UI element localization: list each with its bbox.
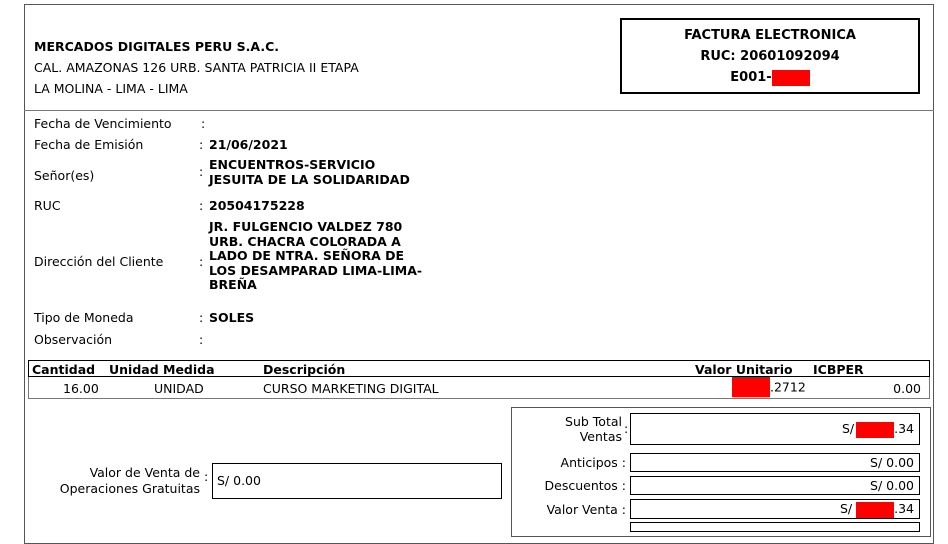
header-icbper: ICBPER: [813, 362, 864, 377]
redaction-mark: [771, 69, 810, 86]
colon: :: [201, 116, 206, 131]
colon: :: [199, 164, 204, 179]
document-series: E001-: [730, 70, 772, 85]
header-valor-unitario: Valor Unitario: [695, 362, 793, 377]
cell-cantidad: 16.00: [63, 381, 99, 396]
header-cantidad: Cantidad: [32, 362, 96, 377]
colon: :: [204, 469, 209, 484]
direccion-value-line: URB. CHACRA COLORADA A: [209, 233, 401, 249]
direccion-value-line: BREÑA: [209, 277, 257, 292]
valorventa-suffix: .34: [894, 501, 914, 516]
subtotal-prefix: S/: [841, 421, 855, 436]
subtotal-suffix: .34: [894, 421, 914, 436]
valorventa-prefix: S/: [839, 501, 853, 516]
direccion-value-line: LADO DE NTRA. SEÑORA DE: [209, 248, 405, 263]
subtotal-label-line: Sub Total: [565, 414, 622, 429]
subtotal-label: Sub Total Ventas: [565, 414, 622, 444]
direccion-value: JR. FULGENCIO VALDEZ 780 URB. CHACRA COL…: [209, 219, 423, 293]
redaction-mark: [856, 501, 895, 518]
colon: :: [624, 421, 629, 436]
gratuitas-label-line: Operaciones Gratuitas: [59, 481, 200, 496]
colon: :: [199, 198, 204, 213]
gratuitas-label-line: Valor de Venta de: [89, 465, 200, 480]
header-descripcion: Descripción: [263, 362, 346, 377]
gratuitas-label: Valor de Venta de Operaciones Gratuitas: [40, 465, 200, 497]
ruc-label: RUC: [34, 198, 61, 213]
issuer-block: MERCADOS DIGITALES PERU S.A.C. CAL. AMAZ…: [34, 36, 359, 99]
cell-unidad: UNIDAD: [154, 381, 204, 396]
senor-label: Señor(es): [34, 168, 95, 183]
direccion-label: Dirección del Cliente: [34, 254, 164, 269]
senor-value: ENCUENTROS-SERVICIO JESUITA DE LA SOLIDA…: [209, 157, 410, 187]
subtotal-value-box: S/ .34: [630, 413, 920, 445]
issuer-ruc: RUC: 20601092094: [700, 49, 840, 64]
header-unidad-medida: Unidad Medida: [109, 362, 215, 377]
subtotal-label-line: Ventas: [579, 429, 622, 444]
direccion-value-line: LOS DESAMPARAD LIMA-LIMA-: [209, 262, 423, 278]
anticipos-value-box: S/ 0.00: [630, 453, 920, 472]
cell-valor-unitario: .2712: [732, 377, 806, 397]
colon: :: [199, 310, 204, 325]
valorventa-label: Valor Venta :: [546, 502, 626, 517]
table-row: 16.00 UNIDAD CURSO MARKETING DIGITAL .27…: [28, 377, 930, 399]
descuentos-label: Descuentos :: [544, 478, 626, 493]
senor-value-line: JESUITA DE LA SOLIDARIDAD: [209, 171, 410, 187]
redaction-mark: [732, 377, 770, 397]
direccion-value-line: JR. FULGENCIO VALDEZ 780: [209, 219, 403, 234]
ruc-value: 20504175228: [209, 198, 305, 213]
document-id-box: FACTURA ELECTRONICA RUC: 20601092094 E00…: [620, 18, 920, 94]
observacion-label: Observación: [34, 332, 113, 347]
colon: :: [199, 332, 204, 347]
valor-unitario-suffix: .2712: [770, 379, 806, 395]
issuer-name: MERCADOS DIGITALES PERU S.A.C.: [34, 39, 279, 54]
gratuitas-value-box: S/ 0.00: [212, 463, 502, 499]
redaction-mark: [856, 421, 895, 438]
moneda-label: Tipo de Moneda: [34, 310, 134, 325]
issuer-address-line-2: LA MOLINA - LIMA - LIMA: [34, 81, 188, 96]
vencimiento-label: Fecha de Vencimiento: [34, 116, 172, 131]
header-divider: [24, 110, 934, 111]
moneda-value: SOLES: [209, 310, 255, 325]
descuentos-value-box: S/ 0.00: [630, 476, 920, 495]
document-type: FACTURA ELECTRONICA: [684, 28, 856, 43]
colon: :: [199, 137, 204, 152]
emision-value: 21/06/2021: [209, 137, 288, 152]
document-number: E001-: [622, 67, 918, 88]
valorventa-value-box: S/ .34: [630, 499, 920, 519]
cell-icbper: 0.00: [893, 381, 921, 396]
emision-label: Fecha de Emisión: [34, 137, 144, 152]
cell-descripcion: CURSO MARKETING DIGITAL: [263, 381, 439, 396]
anticipos-label: Anticipos :: [560, 455, 626, 470]
issuer-address-line-1: CAL. AMAZONAS 126 URB. SANTA PATRICIA II…: [34, 60, 359, 75]
senor-value-line: ENCUENTROS-SERVICIO: [209, 157, 376, 172]
colon: :: [199, 254, 204, 269]
items-table-header: Cantidad Unidad Medida Descripción Valor…: [28, 360, 930, 377]
next-total-box: [630, 522, 920, 532]
